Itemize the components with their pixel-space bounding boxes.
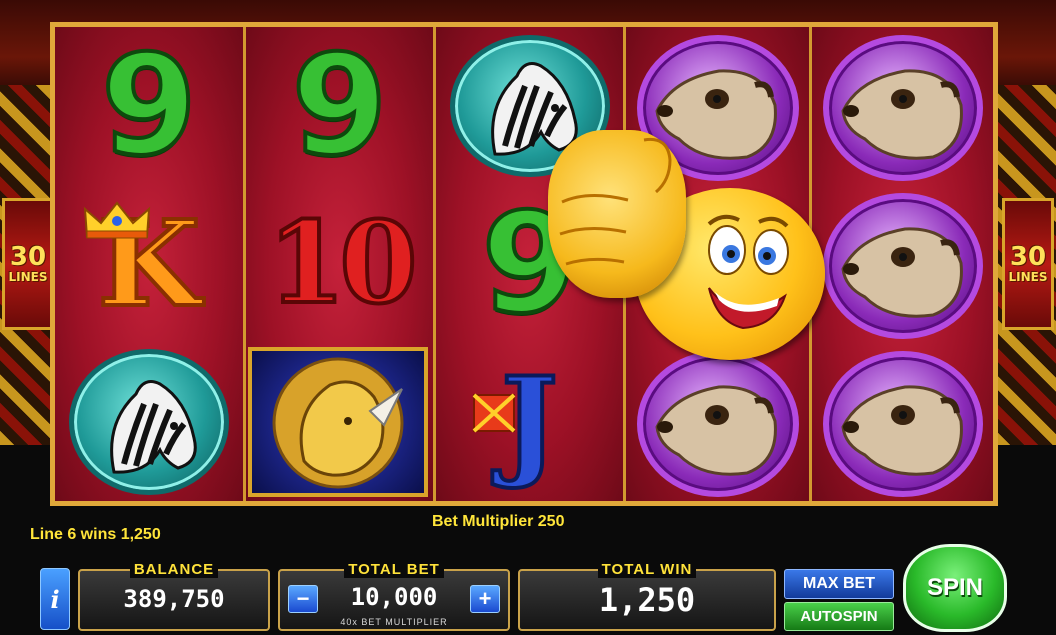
lines-label: LINES (1008, 270, 1048, 284)
reel-2: 9 10 (243, 27, 433, 501)
meerkat-icon (822, 193, 983, 339)
symbol-nine: 9 (289, 25, 389, 186)
bet-multiplier-note: 40x BET MULTIPLIER (340, 617, 448, 627)
jester-hat-icon (472, 393, 516, 433)
total-win-panel: TOTAL WIN 1,250 (518, 561, 776, 631)
symbol-king: K (55, 185, 243, 343)
lines-number: 30 (1009, 242, 1047, 272)
balance-value: 389,750 (123, 585, 225, 613)
info-button[interactable]: i (40, 568, 70, 630)
symbol-nine: 9 (99, 25, 199, 186)
symbol-rhino (248, 347, 428, 497)
symbol-meerkat (812, 31, 993, 185)
info-icon: i (50, 584, 60, 614)
total-win-value: 1,250 (598, 581, 696, 619)
lines-label: LINES (8, 270, 48, 284)
symbol-meerkat (812, 347, 993, 501)
lines-badge-left: 30 LINES (2, 198, 54, 330)
reel-1: 9 K (55, 27, 243, 501)
thumb-hand (548, 130, 686, 298)
zebra-icon (69, 349, 229, 495)
line-win-message: Line 6 wins 1,250 (30, 526, 161, 543)
rhino-icon (248, 347, 428, 497)
meerkat-icon (822, 351, 983, 497)
symbol-ten: 10 (266, 198, 420, 329)
meerkat-icon (822, 35, 983, 181)
symbol-zebra (55, 343, 243, 501)
reel-frame: 9 K 9 10 9 J (50, 22, 998, 506)
lines-badge-right: 30 LINES (1002, 198, 1054, 330)
balance-label: BALANCE (129, 561, 219, 578)
balance-panel: BALANCE 389,750 (78, 561, 270, 631)
spin-button[interactable]: SPIN (903, 544, 1007, 632)
autospin-button[interactable]: AUTOSPIN (784, 602, 894, 631)
symbol-meerkat (626, 347, 809, 501)
symbol-meerkat (812, 189, 993, 343)
total-win-label: TOTAL WIN (597, 561, 697, 578)
bet-multiplier-message: Bet Multiplier 250 (432, 513, 565, 530)
lines-number: 30 (9, 242, 47, 272)
reel-5 (809, 27, 993, 501)
crown-icon (83, 201, 151, 239)
meerkat-icon (636, 351, 799, 497)
total-bet-label: TOTAL BET (344, 561, 444, 578)
max-bet-button[interactable]: MAX BET (784, 569, 894, 599)
symbol-jack: J (436, 343, 623, 501)
total-bet-panel: TOTAL BET − 10,000 + 40x BET MULTIPLIER (278, 561, 510, 631)
increase-bet-button[interactable]: + (470, 585, 500, 613)
